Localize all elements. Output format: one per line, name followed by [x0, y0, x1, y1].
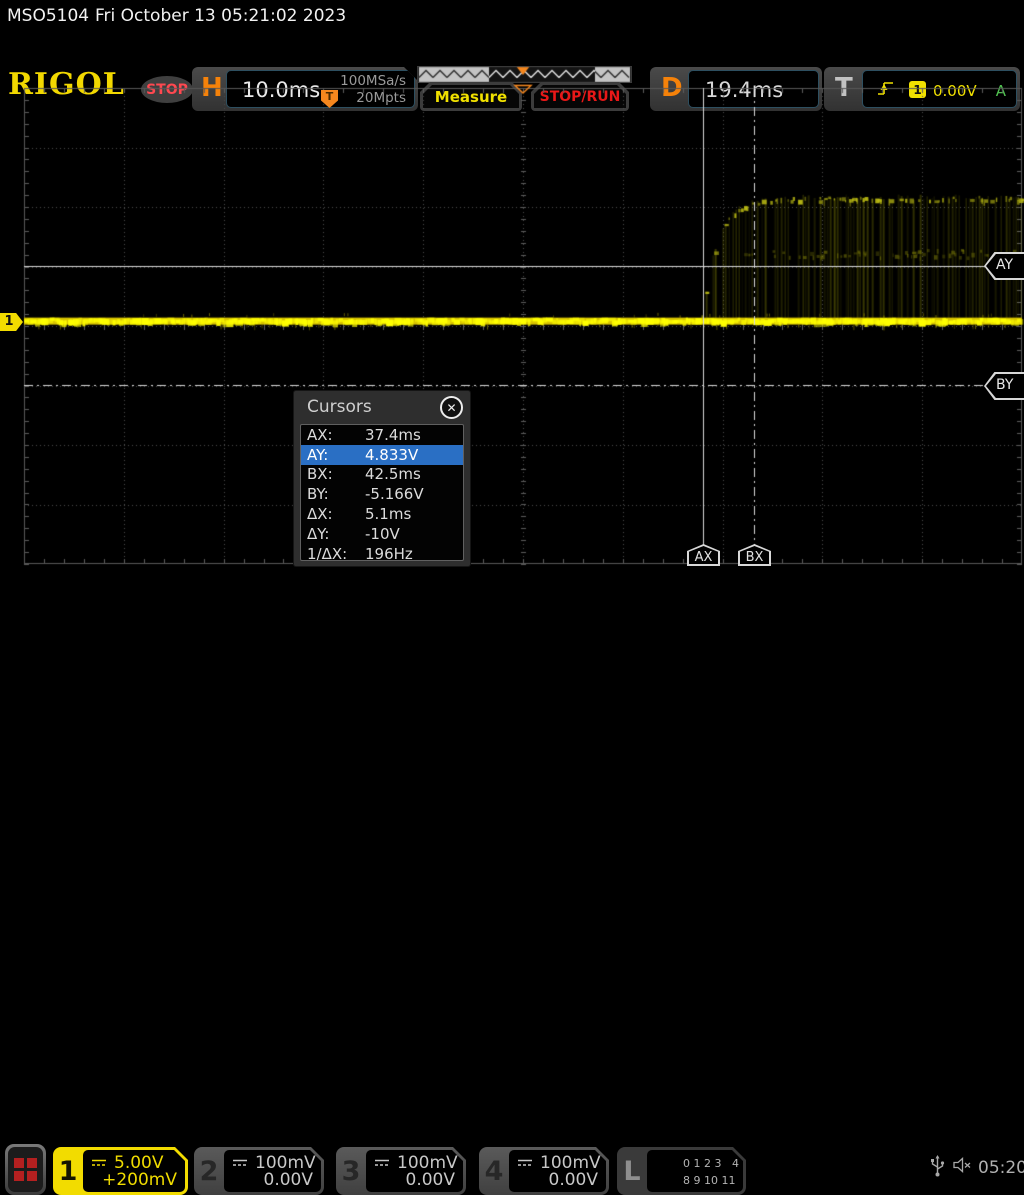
channel-2-offset: 0.00V: [263, 1170, 313, 1190]
logic-analyzer-label: L: [623, 1155, 641, 1187]
logic-channels-info: 0 1 2 3 4 5 6 7 8 9 10 11 12 13 14 15: [647, 1150, 743, 1192]
channel-2-info: 100mV 0.00V: [224, 1150, 321, 1192]
header-bar: RIGOL STOP H 10.0ms 100MSa/s 20Mpts Meas…: [0, 30, 1024, 111]
dc-coupling-icon: [517, 1158, 533, 1168]
cursor-row-label: ΔY:: [307, 524, 330, 543]
cursor-row-value: 42.5ms: [365, 465, 421, 484]
cursor-row-value: -10V: [365, 524, 400, 543]
cursor-ay-label: AY: [996, 257, 1014, 273]
dc-coupling-icon: [232, 1158, 248, 1168]
waveform-display[interactable]: [0, 84, 1024, 570]
menu-button[interactable]: [5, 1144, 46, 1195]
speaker-muted-icon: [953, 1157, 971, 1173]
channel-3-info: 100mV 0.00V: [366, 1150, 463, 1192]
cursor-row-value: 196Hz: [365, 544, 413, 561]
cursor-row-label: AY:: [307, 445, 329, 464]
datetime: Fri October 13 05:21:02 2023: [95, 6, 347, 26]
cursor-row-value: 37.4ms: [365, 425, 421, 444]
channel-3-button[interactable]: 3 100mV 0.00V: [336, 1147, 466, 1195]
cursor-row-value: 5.1ms: [365, 505, 412, 524]
oscilloscope-screen: MSO5104 Fri October 13 05:21:02 2023 RIG…: [0, 0, 1024, 1195]
cursors-readout-list: AX: 37.4ms AY: 4.833V BX: 42.5ms BY: -5.166V…: [300, 424, 464, 561]
dc-coupling-icon: [91, 1158, 107, 1168]
dc-coupling-icon: [374, 1158, 390, 1168]
channel-4-button[interactable]: 4 100mV 0.00V: [479, 1147, 609, 1195]
channel-status-bar: 1 5.00V +200mV 2 100mV 0.00V 3 100mV 0.0…: [0, 570, 1024, 1195]
cursors-dialog: Cursors ✕ AX: 37.4ms AY: 4.833V BX: 42.5ms …: [293, 390, 471, 567]
cursor-row-by: BY: -5.166V: [301, 484, 463, 504]
cursor-bx-label: BX: [745, 550, 764, 565]
close-icon[interactable]: ✕: [440, 396, 463, 419]
cursor-row-bx: BX: 42.5ms: [301, 465, 463, 485]
channel-2-number: 2: [199, 1155, 219, 1187]
cursor-row-label: BY:: [307, 485, 329, 504]
cursor-row-label: BX:: [307, 465, 333, 484]
channel-1-offset: +200mV: [102, 1170, 177, 1190]
clock: 05:20: [978, 1158, 1024, 1178]
menu-grid-icon: [8, 1147, 43, 1192]
channel-3-number: 3: [341, 1155, 361, 1187]
waveform-preview-bar[interactable]: [417, 66, 632, 83]
cursors-dialog-title: Cursors: [307, 397, 372, 417]
channel-1-button[interactable]: 1 5.00V +200mV: [53, 1147, 188, 1195]
cursor-row-inv-dx: 1/ΔX: 196Hz: [301, 544, 463, 561]
logic-channels-row2: 8 9 10 11 12 13 14 15: [683, 1174, 809, 1187]
channel-3-offset: 0.00V: [405, 1170, 455, 1190]
logic-analyzer-button[interactable]: L 0 1 2 3 4 5 6 7 8 9 10 11 12 13 14 15: [617, 1147, 746, 1195]
cursor-row-value: 4.833V: [365, 445, 419, 464]
cursor-row-label: 1/ΔX:: [307, 544, 348, 561]
model-name: MSO5104: [7, 6, 90, 26]
cursor-row-label: ΔX:: [307, 505, 333, 524]
channel-1-info: 5.00V +200mV: [83, 1150, 185, 1192]
usb-icon: [931, 1155, 945, 1177]
channel-4-info: 100mV 0.00V: [509, 1150, 606, 1192]
cursor-by-label: BY: [996, 377, 1014, 393]
cursor-row-ax: AX: 37.4ms: [301, 425, 463, 445]
cursor-row-ay-selected[interactable]: AY: 4.833V: [301, 444, 463, 465]
channel-1-number: 1: [58, 1155, 78, 1187]
cursor-row-dy: ΔY: -10V: [301, 524, 463, 544]
cursor-row-value: -5.166V: [365, 485, 424, 504]
channel-2-button[interactable]: 2 100mV 0.00V: [194, 1147, 324, 1195]
channel-4-number: 4: [484, 1155, 504, 1187]
cursor-row-label: AX:: [307, 425, 333, 444]
cursor-row-dx: ΔX: 5.1ms: [301, 504, 463, 524]
status-bar: MSO5104 Fri October 13 05:21:02 2023: [0, 0, 1024, 30]
channel-4-offset: 0.00V: [548, 1170, 598, 1190]
cursor-ax-label: AX: [694, 550, 713, 565]
logic-channels-row1: 0 1 2 3 4 5 6 7: [683, 1157, 771, 1170]
waveform-preview-canvas: [417, 66, 632, 83]
